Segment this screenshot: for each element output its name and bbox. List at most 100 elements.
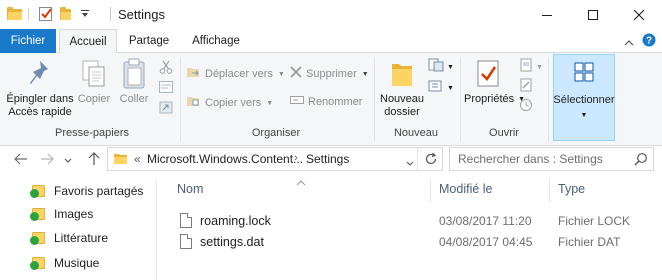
cut-icon[interactable]: [159, 60, 173, 78]
copy-path-icon[interactable]: [159, 81, 173, 97]
customize-quick-access-icon[interactable]: [80, 6, 90, 22]
copy-icon: [81, 59, 107, 93]
search-box[interactable]: Rechercher dans : Settings: [449, 147, 654, 171]
paste-shortcut-icon[interactable]: [159, 100, 173, 118]
new-item-dropdown-icon: ▼: [447, 63, 454, 71]
new-item-button[interactable]: ▼: [428, 58, 454, 76]
file-row[interactable]: settings.dat 04/08/2017 04:45 Fichier DA…: [176, 232, 656, 252]
file-row[interactable]: roaming.lock 03/08/2017 11:20 Fichier LO…: [176, 211, 656, 231]
search-input[interactable]: Rechercher dans : Settings: [458, 152, 603, 166]
chevron-down-icon: [64, 153, 72, 167]
title-bar: Settings: [0, 0, 662, 29]
properties-quick-icon[interactable]: [38, 6, 54, 22]
tab-view[interactable]: Affichage: [184, 29, 248, 53]
copy-to-label: Copier vers: [205, 96, 262, 109]
new-folder-label-line2: dossier: [384, 106, 420, 118]
column-header-type[interactable]: Type: [558, 182, 585, 196]
address-overflow-chevron[interactable]: «: [134, 152, 141, 166]
move-to-dropdown-icon: ▼: [277, 70, 285, 78]
column-divider[interactable]: [549, 178, 550, 202]
file-name: settings.dat: [200, 235, 264, 249]
search-icon: [634, 152, 648, 169]
nav-item-shared-favorites[interactable]: Favoris partagés: [30, 182, 143, 200]
tab-home[interactable]: Accueil: [59, 29, 117, 54]
history-icon[interactable]: [519, 98, 533, 116]
back-button[interactable]: [12, 151, 30, 169]
select-dropdown-icon: ▼: [580, 112, 588, 119]
nav-item-images[interactable]: Images: [30, 205, 93, 223]
new-folder-quick-icon[interactable]: [60, 6, 71, 22]
easy-access-dropdown-icon: ▼: [447, 84, 454, 92]
pane-divider[interactable]: [156, 180, 157, 280]
easy-access-icon: [428, 79, 444, 97]
nav-item-literature[interactable]: Littérature: [30, 229, 108, 247]
svg-text:?: ?: [646, 36, 652, 47]
delete-button[interactable]: Supprimer ▼: [290, 66, 369, 82]
rename-label: Renommer: [308, 95, 363, 108]
move-to-button[interactable]: Déplacer vers ▼: [187, 66, 285, 82]
synced-folder-icon: [30, 207, 46, 221]
file-icon: [180, 234, 192, 249]
address-dropdown-icon[interactable]: [406, 156, 414, 170]
address-bar[interactable]: « Microsoft.Windows.Content... › Setting…: [107, 147, 443, 171]
ribbon: Épingler dans Accès rapide Copier Coller…: [0, 53, 662, 146]
up-arrow-icon: [88, 151, 100, 169]
maximize-button[interactable]: [570, 0, 616, 29]
file-icon: [180, 213, 192, 228]
tab-share[interactable]: Partage: [121, 29, 177, 53]
copy-to-button[interactable]: Copier vers ▼: [187, 95, 273, 111]
pin-icon: [28, 59, 52, 93]
group-label-new: Nouveau: [393, 127, 439, 139]
select-button[interactable]: Sélectionner ▼: [553, 54, 615, 141]
rename-icon: [290, 95, 304, 109]
recent-locations-button[interactable]: [62, 151, 74, 169]
delete-label: Supprimer: [306, 67, 357, 80]
up-button[interactable]: [85, 151, 103, 169]
group-divider: [180, 57, 181, 141]
copy-to-icon: [187, 95, 201, 111]
paste-button[interactable]: Coller: [115, 93, 153, 106]
nav-item-music[interactable]: Musique: [30, 254, 99, 272]
breadcrumb-separator-icon: ›: [294, 152, 298, 164]
rename-button[interactable]: Renommer: [290, 95, 362, 109]
address-divider: [417, 148, 418, 170]
nav-item-label: Littérature: [54, 231, 109, 245]
delete-dropdown-icon: ▼: [361, 70, 369, 78]
nav-item-label: Images: [54, 207, 94, 221]
new-folder-button[interactable]: Nouveau dossier: [380, 93, 424, 119]
copy-button[interactable]: Copier: [74, 93, 114, 106]
properties-button[interactable]: Propriétés ▼: [464, 93, 525, 106]
easy-access-button[interactable]: ▼: [428, 79, 454, 97]
open-button[interactable]: ▼: [519, 58, 543, 76]
group-label-clipboard: Presse-papiers: [55, 127, 129, 139]
ribbon-tab-bar: Fichier Accueil Partage Affichage ?: [0, 29, 662, 54]
minimize-button[interactable]: [524, 0, 570, 29]
column-divider[interactable]: [430, 178, 431, 202]
open-icon: [519, 58, 533, 76]
breadcrumb-segment-content[interactable]: Microsoft.Windows.Content...: [147, 152, 303, 166]
group-divider: [548, 57, 549, 141]
column-header-date[interactable]: Modifié le: [439, 182, 493, 196]
collapse-ribbon-icon[interactable]: [624, 36, 634, 50]
address-folder-icon: [114, 153, 128, 168]
pin-label-line2: Accès rapide: [8, 106, 72, 118]
tab-file[interactable]: Fichier: [0, 29, 56, 53]
close-button[interactable]: [616, 0, 662, 29]
nav-item-label: Favoris partagés: [54, 184, 144, 198]
sort-indicator-icon: [296, 175, 306, 189]
breadcrumb-segment-settings[interactable]: Settings: [306, 152, 349, 166]
column-header-name[interactable]: Nom: [177, 182, 203, 196]
synced-folder-icon: [30, 184, 46, 198]
pin-to-quick-access-button[interactable]: Épingler dans Accès rapide: [4, 93, 76, 119]
group-label-organize: Organiser: [251, 127, 301, 139]
refresh-icon[interactable]: [424, 152, 438, 169]
edit-icon[interactable]: [519, 78, 533, 96]
pin-label-line1: Épingler dans: [6, 93, 74, 105]
window-title: Settings: [118, 7, 165, 22]
navigation-pane: Favoris partagés Images Littérature Musi…: [0, 174, 156, 280]
select-label: Sélectionner: [553, 94, 615, 106]
help-icon[interactable]: ?: [642, 33, 656, 50]
file-type: Fichier DAT: [558, 235, 621, 249]
file-name: roaming.lock: [200, 214, 271, 228]
forward-button[interactable]: [38, 151, 56, 169]
